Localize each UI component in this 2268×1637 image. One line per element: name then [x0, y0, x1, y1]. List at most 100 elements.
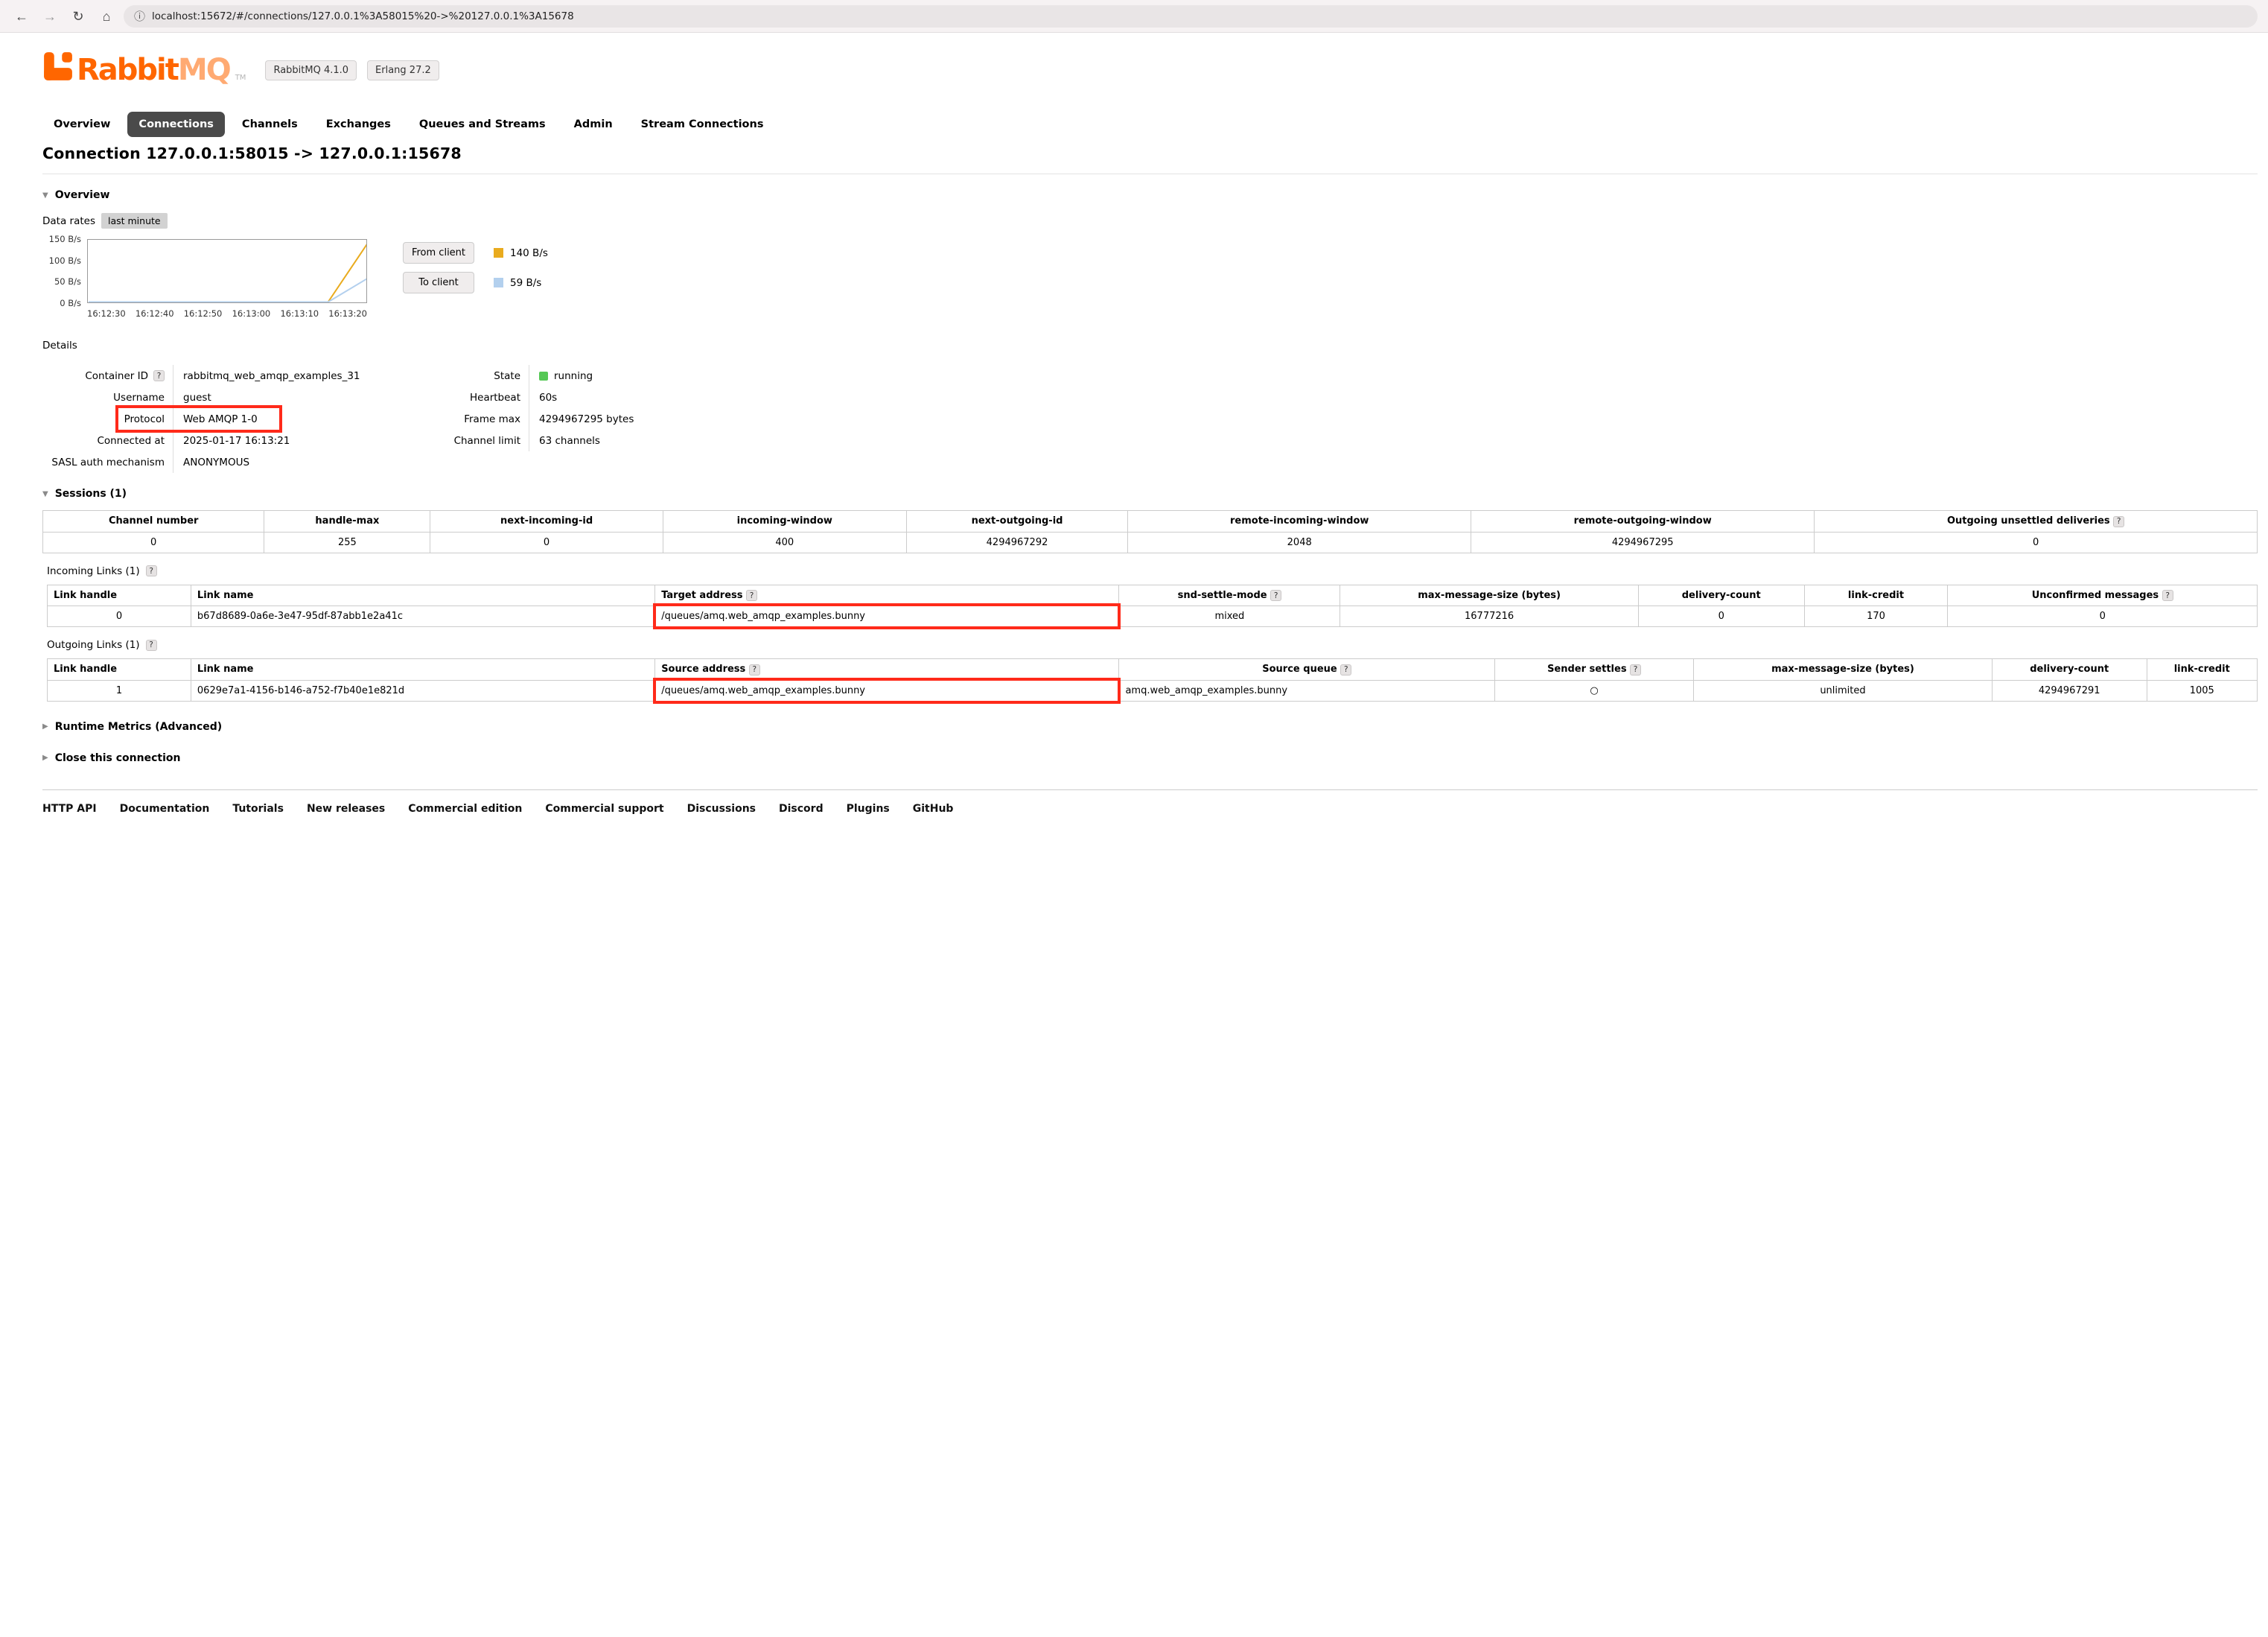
channel-limit-label: Channel limit: [454, 435, 520, 447]
connected-at-value: 2025-01-17 16:13:21: [173, 430, 418, 451]
help-icon[interactable]: ?: [746, 590, 757, 601]
help-icon[interactable]: ?: [153, 370, 165, 381]
tab-queues-and-streams[interactable]: Queues and Streams: [408, 112, 557, 137]
column-header: Target address ?: [655, 585, 1119, 606]
footer-link-discussions[interactable]: Discussions: [687, 803, 756, 815]
cell-remote-incoming-window: 2048: [1128, 532, 1471, 553]
heartbeat-value: 60s: [529, 387, 715, 408]
cell-unconfirmed-messages: 0: [1948, 606, 2258, 627]
trademark-label: TM: [235, 74, 246, 82]
column-header: Link name: [191, 585, 654, 606]
column-header: Unconfirmed messages ?: [1948, 585, 2258, 606]
column-header: delivery-count: [1992, 659, 2147, 681]
detail-row-username: Username guest: [42, 387, 418, 408]
home-icon[interactable]: ⌂: [95, 10, 118, 23]
chart-y-axis: 150 B/s 100 B/s 50 B/s 0 B/s: [42, 239, 81, 303]
tab-admin[interactable]: Admin: [563, 112, 624, 137]
help-icon[interactable]: ?: [1630, 664, 1641, 676]
heartbeat-label: Heartbeat: [470, 392, 520, 404]
forward-icon[interactable]: →: [39, 10, 61, 23]
help-icon[interactable]: ?: [2113, 516, 2124, 527]
help-icon[interactable]: ?: [146, 640, 157, 651]
column-header: Link name: [191, 659, 654, 681]
column-header: remote-outgoing-window: [1471, 511, 1815, 533]
footer-link-tutorials[interactable]: Tutorials: [232, 803, 284, 815]
address-bar[interactable]: ⓘ localhost:15672/#/connections/127.0.0.…: [124, 5, 2258, 28]
detail-row-channel-limit: Channel limit 63 channels: [432, 430, 715, 451]
detail-row-state: State running: [432, 365, 715, 387]
chart-area: 150 B/s 100 B/s 50 B/s 0 B/s 16:12:30 16…: [87, 239, 367, 319]
protocol-value: Web AMQP 1-0: [173, 408, 418, 430]
outgoing-link-row: 1 0629e7a1-4156-b146-a752-f7b40e1e821d /…: [48, 680, 2258, 701]
cell-snd-settle-mode: mixed: [1119, 606, 1340, 627]
sasl-label: SASL auth mechanism: [51, 457, 165, 468]
tab-channels[interactable]: Channels: [231, 112, 309, 137]
detail-row-sasl: SASL auth mechanism ANONYMOUS: [42, 451, 418, 473]
column-header: Link handle: [48, 659, 191, 681]
footer-link-discord[interactable]: Discord: [779, 803, 824, 815]
column-header: Outgoing unsettled deliveries ?: [1815, 511, 2258, 533]
browser-toolbar: ← → ↻ ⌂ ⓘ localhost:15672/#/connections/…: [0, 0, 2268, 33]
footer-link-new-releases[interactable]: New releases: [307, 803, 385, 815]
footer-link-commercial-support[interactable]: Commercial support: [545, 803, 663, 815]
outgoing-links-title: Outgoing Links (1) ?: [47, 639, 2258, 651]
close-connection-title: Close this connection: [55, 752, 181, 764]
footer-links: HTTP API Documentation Tutorials New rel…: [42, 789, 2258, 815]
data-rates-chart: [87, 239, 367, 303]
refresh-icon[interactable]: ↻: [67, 10, 89, 23]
chart-legend: From client 140 B/s To client 59 B/s: [403, 239, 548, 302]
state-indicator: [539, 372, 548, 381]
column-header: link-credit: [2147, 659, 2257, 681]
protocol-label: Protocol: [124, 413, 165, 425]
to-client-button[interactable]: To client: [403, 272, 474, 293]
chevron-right-icon: ▶: [42, 722, 48, 731]
help-icon[interactable]: ?: [749, 664, 760, 676]
incoming-links-title: Incoming Links (1) ?: [47, 565, 2258, 577]
column-header: delivery-count: [1638, 585, 1804, 606]
help-icon[interactable]: ?: [2162, 590, 2173, 601]
column-header: Source address ?: [655, 659, 1119, 681]
rabbitmq-management-page: RabbitMQ TM RabbitMQ 4.1.0 Erlang 27.2 O…: [0, 33, 2268, 834]
help-icon[interactable]: ?: [146, 565, 157, 576]
x-tick: 16:13:10: [280, 308, 319, 319]
cell-link-credit: 170: [1804, 606, 1948, 627]
detail-row-connected-at: Connected at 2025-01-17 16:13:21: [42, 430, 418, 451]
state-label: State: [494, 370, 520, 382]
footer-link-http-api[interactable]: HTTP API: [42, 803, 97, 815]
frame-max-value: 4294967295 bytes: [529, 408, 715, 430]
footer-link-plugins[interactable]: Plugins: [847, 803, 890, 815]
container-id-value: rabbitmq_web_amqp_examples_31: [173, 365, 418, 387]
tab-exchanges[interactable]: Exchanges: [315, 112, 402, 137]
y-tick: 0 B/s: [60, 298, 81, 308]
footer-link-documentation[interactable]: Documentation: [120, 803, 210, 815]
back-icon[interactable]: ←: [10, 10, 33, 23]
rabbitmq-wordmark[interactable]: RabbitMQ: [77, 55, 230, 85]
chevron-down-icon: ▼: [42, 490, 48, 498]
username-label: Username: [113, 392, 165, 404]
cell-max-message-size: 16777216: [1340, 606, 1639, 627]
details-right-column: State running Heartbeat 60s Frame max 42…: [432, 365, 715, 473]
details-panel: Container ID ? rabbitmq_web_amqp_example…: [42, 365, 2258, 473]
footer-link-commercial-edition[interactable]: Commercial edition: [408, 803, 522, 815]
help-icon[interactable]: ?: [1270, 590, 1281, 601]
tab-connections[interactable]: Connections: [127, 112, 225, 137]
tab-overview[interactable]: Overview: [42, 112, 121, 137]
site-info-icon[interactable]: ⓘ: [134, 8, 145, 24]
close-connection-section-toggle[interactable]: ▶ Close this connection: [42, 752, 180, 764]
runtime-metrics-section-toggle[interactable]: ▶ Runtime Metrics (Advanced): [42, 721, 222, 733]
data-rates-mode-selector[interactable]: last minute: [101, 213, 168, 229]
from-client-button[interactable]: From client: [403, 242, 474, 264]
sessions-section-title: Sessions (1): [55, 488, 127, 500]
overview-section-toggle[interactable]: ▼ Overview: [42, 189, 109, 201]
from-client-rate: 140 B/s: [510, 247, 548, 259]
footer-link-github[interactable]: GitHub: [913, 803, 954, 815]
column-header: next-outgoing-id: [906, 511, 1127, 533]
detail-row-container-id: Container ID ? rabbitmq_web_amqp_example…: [42, 365, 418, 387]
cell-target-address: /queues/amq.web_amqp_examples.bunny: [655, 606, 1119, 627]
tab-stream-connections[interactable]: Stream Connections: [630, 112, 775, 137]
column-header: Source queue ?: [1119, 659, 1495, 681]
x-tick: 16:13:00: [232, 308, 271, 319]
help-icon[interactable]: ?: [1340, 664, 1351, 676]
sessions-section-toggle[interactable]: ▼ Sessions (1): [42, 488, 127, 500]
data-rates-chart-block: 150 B/s 100 B/s 50 B/s 0 B/s 16:12:30 16…: [42, 239, 2258, 319]
